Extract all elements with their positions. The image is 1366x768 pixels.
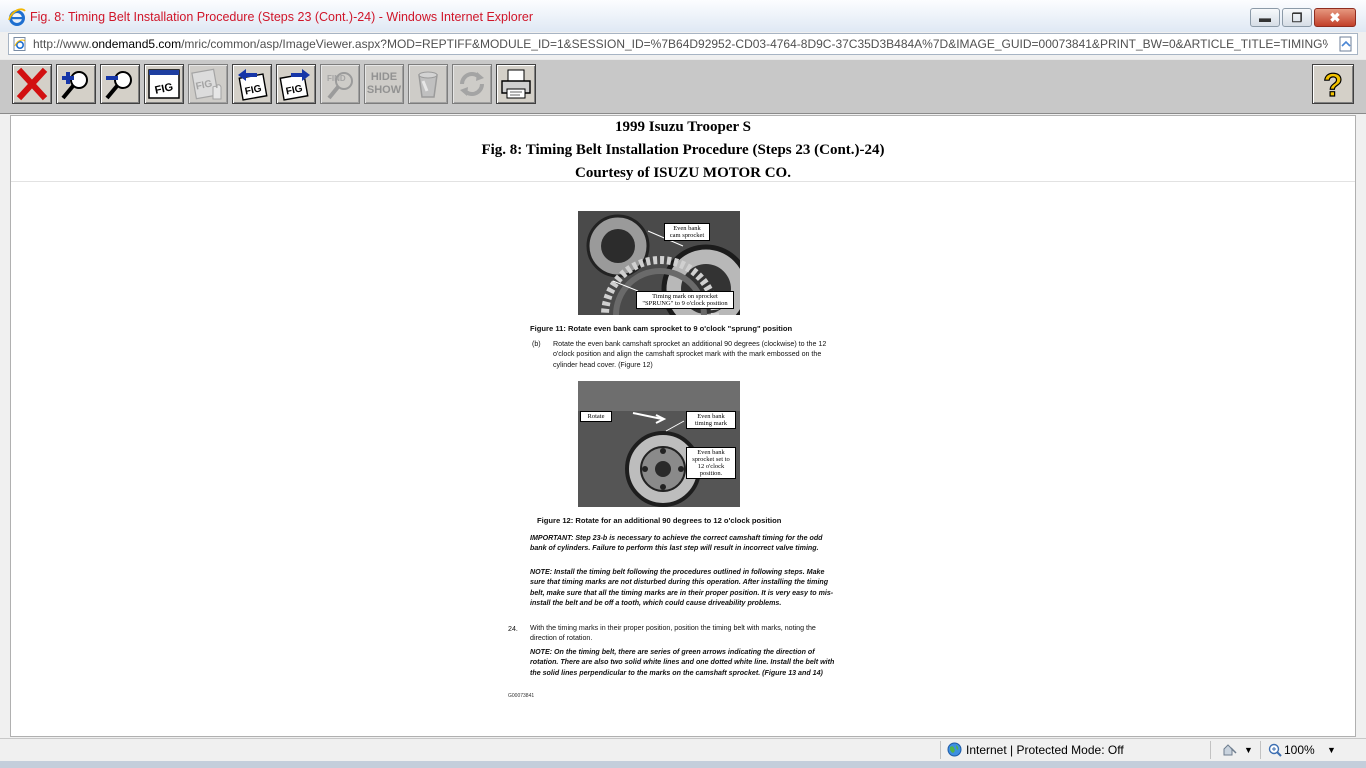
help-label: ? [1323, 67, 1343, 101]
minimize-button[interactable]: ▬ [1250, 8, 1280, 27]
zoom-level[interactable]: 100% [1284, 743, 1315, 757]
step-b-text: Rotate the even bank camshaft sprocket a… [553, 340, 827, 369]
printer-icon [501, 69, 531, 99]
timing-mark-callout: Timing mark on sprocket "SPRUNG" to 9 o'… [636, 291, 734, 309]
question-mark-icon: ? [1323, 67, 1344, 101]
figure-12-caption: Figure 12: Rotate for an additional 90 d… [537, 516, 782, 525]
find-button[interactable]: FIND [320, 64, 360, 104]
even-bank-cam-callout: Even bank cam sprocket [664, 223, 710, 241]
fig-hand-button[interactable]: FIG [188, 64, 228, 104]
note-green-arrows: NOTE: On the timing belt, there are seri… [530, 648, 835, 677]
address-url[interactable]: http://www.ondemand5.com/mric/common/asp… [33, 37, 1328, 51]
vehicle-title: 1999 Isuzu Trooper S [614, 119, 751, 135]
rotate-callout: Rotate [580, 411, 612, 422]
header-divider [11, 181, 1355, 182]
minimize-icon: ▬ [1259, 10, 1271, 25]
url-domain: ondemand5.com [91, 37, 182, 51]
magnifier-minus-icon [105, 71, 132, 100]
compatibility-view-icon[interactable] [1338, 36, 1354, 52]
fig-hand-icon: FIG [191, 68, 222, 100]
zoom-magnifier-icon[interactable] [1268, 743, 1282, 757]
magnifier-plus-icon [61, 71, 88, 100]
step-24-text: With the timing marks in their proper po… [530, 624, 816, 643]
even-bank-timing-mark-callout: Even bank timing mark [686, 411, 736, 429]
step-b-label: (b) [532, 340, 541, 348]
previous-figure-button[interactable]: FIG [232, 64, 272, 104]
ie-logo-icon [8, 8, 26, 26]
close-icon: ✖ [1329, 9, 1341, 25]
window-title-bar[interactable]: Fig. 8: Timing Belt Installation Procedu… [0, 0, 1366, 32]
zoom-dropdown-icon[interactable]: ▼ [1327, 745, 1336, 755]
url-path: /mric/common/asp/ImageViewer.aspx?MOD=RE… [181, 37, 1328, 51]
courtesy-line: Courtesy of ISUZU MOTOR CO. [575, 165, 791, 181]
paint-bucket-button[interactable] [408, 64, 448, 104]
find-magnifier-icon: FIND [327, 72, 353, 100]
viewer-toolbar: FIG FIG FIG FIG FIND HIDE SHOW ? [0, 59, 1366, 114]
restore-button[interactable]: ❐ [1282, 8, 1312, 27]
fig-forward-icon: FIG [279, 69, 310, 101]
rotate-button[interactable] [452, 64, 492, 104]
hide-label: HIDE [370, 71, 398, 83]
figure-title: Fig. 8: Timing Belt Installation Procedu… [481, 142, 885, 158]
figure-11-photo: Even bank cam sprocket Timing mark on sp… [578, 211, 740, 315]
figure-11-caption: Figure 11: Rotate even bank cam sprocket… [530, 324, 793, 333]
url-prefix: http://www. [33, 37, 92, 51]
sprocket-12-oclock-image [578, 381, 740, 507]
print-button[interactable] [496, 64, 536, 104]
ie-page-icon [13, 37, 26, 51]
figure-image: Even bank cam sprocket Timing mark on sp… [491, 202, 871, 722]
protected-mode-icon[interactable] [1222, 743, 1238, 757]
protected-mode-dropdown-icon[interactable]: ▼ [1244, 745, 1253, 755]
status-separator [1210, 741, 1211, 759]
viewer-content[interactable]: 1999 Isuzu Trooper S Fig. 8: Timing Belt… [10, 115, 1356, 737]
help-button[interactable]: ? [1312, 64, 1354, 104]
fig-back-icon: FIG [238, 69, 268, 101]
fig-window-icon: FIG [148, 69, 180, 99]
status-bar: Internet | Protected Mode: Off ▼ 100% ▼ [0, 738, 1366, 761]
zoom-in-button[interactable] [56, 64, 96, 104]
hide-show-icon: HIDE SHOW [367, 71, 401, 97]
rotate-icon [460, 72, 484, 96]
status-separator [1260, 741, 1261, 759]
close-window-button[interactable]: ✖ [1314, 8, 1356, 27]
sprocket-set-callout: Even bank sprocket set to 12 o'clock pos… [686, 447, 736, 479]
status-separator [940, 741, 941, 759]
security-zone[interactable]: Internet | Protected Mode: Off [966, 743, 1124, 757]
hide-show-button[interactable]: HIDE SHOW [364, 64, 404, 104]
fit-window-button[interactable]: FIG [144, 64, 184, 104]
globe-icon [947, 742, 962, 757]
show-label: SHOW [366, 84, 402, 96]
important-note: IMPORTANT: Step 23-b is necessary to ach… [530, 534, 823, 553]
bucket-icon [418, 71, 438, 98]
restore-icon: ❐ [1291, 10, 1303, 25]
address-bar[interactable]: http://www.ondemand5.com/mric/common/asp… [8, 33, 1358, 55]
close-viewer-button[interactable] [12, 64, 52, 104]
document-id: G00073841 [508, 693, 535, 699]
zoom-out-button[interactable] [100, 64, 140, 104]
red-x-icon [16, 67, 48, 101]
figure-12-photo: Rotate Even bank timing mark Even bank s… [578, 381, 740, 507]
window-title: Fig. 8: Timing Belt Installation Procedu… [30, 10, 533, 24]
step-24-label: 24. [508, 625, 518, 633]
note-install-belt: NOTE: Install the timing belt following … [530, 568, 834, 608]
next-figure-button[interactable]: FIG [276, 64, 316, 104]
taskbar-edge [0, 761, 1366, 768]
